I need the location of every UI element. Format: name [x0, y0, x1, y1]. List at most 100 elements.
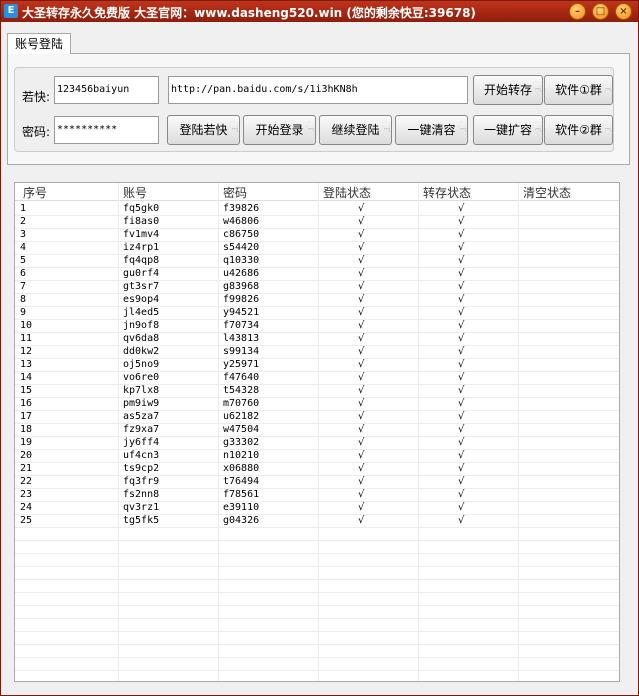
column-header-transfer-status[interactable]: 转存状态 — [423, 184, 471, 201]
cell-account: gt3sr7 — [123, 281, 160, 292]
cell-index: 12 — [20, 346, 33, 357]
cell-login-status: √ — [358, 320, 365, 331]
cell-index: 3 — [20, 229, 27, 240]
cell-account: fq5gk0 — [123, 203, 160, 214]
cell-transfer-status: √ — [458, 320, 465, 331]
cell-account: jn9of8 — [123, 320, 160, 331]
cell-transfer-status: √ — [458, 359, 465, 370]
cell-account: iz4rp1 — [123, 242, 160, 253]
cell-transfer-status: √ — [458, 385, 465, 396]
column-header-login-status[interactable]: 登陆状态 — [323, 184, 371, 201]
table-row[interactable]: 11 qv6da8 l43813 √ √ — [15, 333, 619, 346]
cell-account: qv3rz1 — [123, 502, 160, 513]
cell-login-status: √ — [358, 424, 365, 435]
table-row[interactable]: 22 fq3fr9 t76494 √ √ — [15, 476, 619, 489]
table-row[interactable]: 8 es9op4 f99826 √ √ — [15, 294, 619, 307]
account-input[interactable]: 123456baiyun — [54, 76, 159, 104]
table-row[interactable]: 4 iz4rp1 s54420 √ √ — [15, 242, 619, 255]
table-row[interactable]: 3 fv1mv4 c86750 √ √ — [15, 229, 619, 242]
cell-password: u42686 — [223, 268, 260, 279]
tab-account-login[interactable]: 账号登陆 — [7, 33, 71, 54]
empty-row — [15, 580, 619, 593]
cell-index: 17 — [20, 411, 33, 422]
continue-login-button[interactable]: 继续登陆 — [319, 112, 392, 145]
cell-password: s99134 — [223, 346, 260, 357]
table-row[interactable]: 19 jy6ff4 g33302 √ √ — [15, 437, 619, 450]
table-row[interactable]: 15 kp7lx8 t54328 √ √ — [15, 385, 619, 398]
cell-index: 7 — [20, 281, 27, 292]
table-row[interactable]: 1 fq5gk0 f39826 √ √ — [15, 203, 619, 216]
cell-transfer-status: √ — [458, 372, 465, 383]
table-row[interactable]: 2 fi8as0 w46806 √ √ — [15, 216, 619, 229]
table-row[interactable]: 9 jl4ed5 y94521 √ √ — [15, 307, 619, 320]
cell-index: 10 — [20, 320, 33, 331]
empty-row — [15, 645, 619, 658]
table-row[interactable]: 12 dd0kw2 s99134 √ √ — [15, 346, 619, 359]
cell-login-status: √ — [358, 203, 365, 214]
table-row[interactable]: 6 gu0rf4 u42686 √ √ — [15, 268, 619, 281]
empty-row — [15, 541, 619, 554]
cell-password: f39826 — [223, 203, 260, 214]
cell-index: 2 — [20, 216, 27, 227]
minimize-icon[interactable]: – — [569, 3, 586, 20]
table-row[interactable]: 16 pm9iw9 m70760 √ √ — [15, 398, 619, 411]
table-row[interactable]: 25 tg5fk5 g04326 √ √ — [15, 515, 619, 528]
cell-account: fs2nn8 — [123, 489, 160, 500]
cell-login-status: √ — [358, 489, 365, 500]
expand-all-button[interactable]: 一键扩容 — [473, 112, 543, 145]
table-row[interactable]: 14 vo6re0 f47640 √ √ — [15, 372, 619, 385]
cell-login-status: √ — [358, 294, 365, 305]
cell-account: pm9iw9 — [123, 398, 160, 409]
table-row[interactable]: 21 ts9cp2 x06880 √ √ — [15, 463, 619, 476]
table-row[interactable]: 18 fz9xa7 w47504 √ √ — [15, 424, 619, 437]
group2-button[interactable]: 软件②群 — [544, 112, 613, 145]
app-window: E 大圣转存永久免费版 大圣官网：www.dasheng520.win (您的剩… — [0, 0, 639, 696]
table-row[interactable]: 13 oj5no9 y25971 √ √ — [15, 359, 619, 372]
cell-login-status: √ — [358, 450, 365, 461]
cell-password: l43813 — [223, 333, 260, 344]
table-row[interactable]: 5 fq4qp8 q10330 √ √ — [15, 255, 619, 268]
app-icon: E — [4, 4, 18, 18]
clear-all-button[interactable]: 一键清容 — [395, 112, 468, 145]
account-table[interactable]: 序号 账号 密码 登陆状态 转存状态 清空状态 1 fq5gk0 f39826 √ √ 2… — [14, 182, 620, 684]
table-row[interactable]: 20 uf4cn3 n10210 √ √ — [15, 450, 619, 463]
cell-account: jy6ff4 — [123, 437, 160, 448]
cell-login-status: √ — [358, 268, 365, 279]
cell-transfer-status: √ — [458, 216, 465, 227]
cell-transfer-status: √ — [458, 294, 465, 305]
table-row[interactable]: 17 as5za7 u62182 √ √ — [15, 411, 619, 424]
login-ruokuai-button[interactable]: 登陆若快 — [167, 112, 240, 145]
column-header-clear-status[interactable]: 清空状态 — [523, 184, 571, 201]
cell-account: fi8as0 — [123, 216, 160, 227]
cell-transfer-status: √ — [458, 268, 465, 279]
start-login-button[interactable]: 开始登录 — [243, 112, 316, 145]
cell-login-status: √ — [358, 255, 365, 266]
cell-account: uf4cn3 — [123, 450, 160, 461]
column-header-account[interactable]: 账号 — [123, 184, 147, 201]
title-bar[interactable]: E 大圣转存永久免费版 大圣官网：www.dasheng520.win (您的剩… — [1, 1, 638, 22]
password-input[interactable]: ********** — [54, 116, 159, 144]
cell-index: 21 — [20, 463, 33, 474]
cell-account: kp7lx8 — [123, 385, 160, 396]
table-row[interactable]: 24 qv3rz1 e39110 √ √ — [15, 502, 619, 515]
cell-transfer-status: √ — [458, 242, 465, 253]
table-row[interactable]: 10 jn9of8 f70734 √ √ — [15, 320, 619, 333]
column-header-index[interactable]: 序号 — [23, 184, 47, 201]
maximize-icon[interactable]: □ — [592, 3, 609, 20]
url-input[interactable]: http://pan.baidu.com/s/1i3hKN8h — [168, 76, 468, 104]
table-row[interactable]: 23 fs2nn8 f78561 √ √ — [15, 489, 619, 502]
table-row[interactable]: 7 gt3sr7 g83968 √ √ — [15, 281, 619, 294]
empty-row — [15, 593, 619, 606]
cell-transfer-status: √ — [458, 333, 465, 344]
cell-login-status: √ — [358, 437, 365, 448]
start-transfer-button[interactable]: 开始转存 — [473, 72, 543, 105]
group1-button[interactable]: 软件①群 — [544, 72, 613, 105]
cell-login-status: √ — [358, 515, 365, 526]
cell-account: fv1mv4 — [123, 229, 160, 240]
cell-account: tg5fk5 — [123, 515, 160, 526]
cell-login-status: √ — [358, 333, 365, 344]
cell-account: dd0kw2 — [123, 346, 160, 357]
close-icon[interactable]: × — [615, 3, 632, 20]
column-header-password[interactable]: 密码 — [223, 184, 247, 201]
cell-login-status: √ — [358, 359, 365, 370]
